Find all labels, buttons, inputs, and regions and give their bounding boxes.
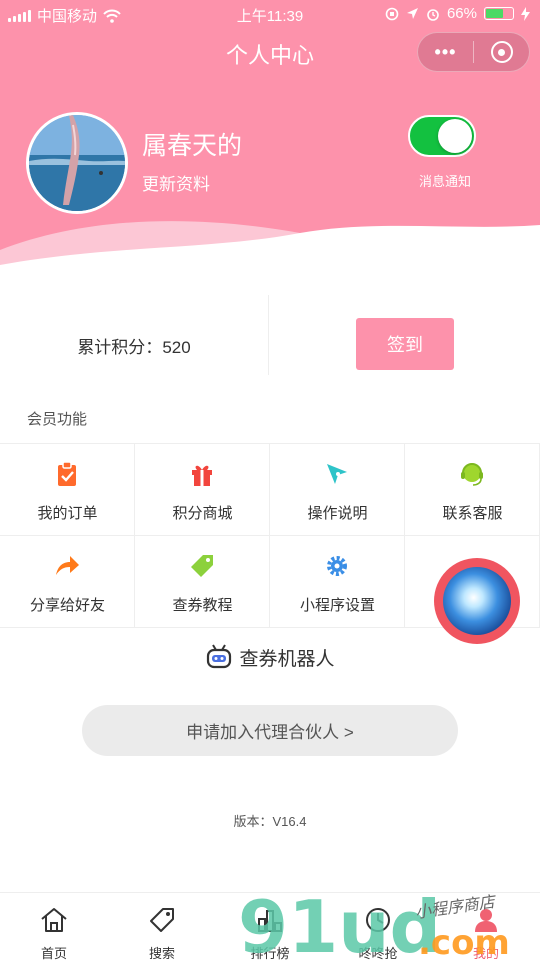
notification-toggle[interactable] bbox=[408, 115, 476, 157]
tab-flash-sale[interactable]: 咚咚抢 bbox=[324, 893, 432, 960]
menu-item-label: 我的订单 bbox=[37, 505, 98, 522]
robot-icon bbox=[207, 644, 232, 669]
menu-item-share[interactable]: 分享给好友 bbox=[0, 536, 135, 628]
username: 属春天的 bbox=[142, 132, 243, 160]
home-icon bbox=[41, 908, 67, 932]
gift-icon bbox=[192, 465, 212, 486]
compass-icon bbox=[327, 464, 347, 484]
tab-label: 搜索 bbox=[148, 946, 175, 960]
coupon-robot[interactable]: 查券机器人 bbox=[0, 640, 540, 674]
signin-button[interactable]: 签到 bbox=[356, 318, 454, 370]
menu-item-label: 联系客服 bbox=[442, 505, 503, 522]
ranking-icon bbox=[258, 910, 282, 932]
floating-avatar-image bbox=[443, 567, 511, 635]
notification-label: 消息通知 bbox=[418, 174, 471, 189]
menu-item-my-orders[interactable]: 我的订单 bbox=[0, 444, 135, 536]
clipboard-check-icon bbox=[58, 461, 76, 486]
mini-program-capsule: ••• bbox=[417, 32, 530, 72]
user-avatar[interactable] bbox=[26, 112, 128, 214]
menu-item-label: 操作说明 bbox=[307, 505, 368, 522]
menu-item-points-mall[interactable]: 积分商城 bbox=[135, 444, 270, 536]
menu-item-label: 积分商城 bbox=[172, 505, 233, 522]
tag-search-icon bbox=[150, 908, 174, 932]
menu-item-customer-service[interactable]: 联系客服 bbox=[405, 444, 540, 536]
avatar-photo bbox=[29, 115, 125, 211]
battery-icon bbox=[484, 7, 514, 20]
menu-item-label: 分享给好友 bbox=[29, 597, 105, 614]
edit-profile-link[interactable]: 更新资料 bbox=[142, 170, 210, 195]
points-value: 520 bbox=[162, 338, 191, 357]
close-button[interactable] bbox=[474, 41, 529, 63]
bottom-tab-bar: 首页 搜索 排行榜 咚咚抢 我的 bbox=[0, 892, 540, 960]
tab-mine[interactable]: 我的 bbox=[432, 893, 540, 960]
floating-contact-button[interactable] bbox=[434, 558, 520, 644]
alarm-icon bbox=[427, 8, 439, 21]
menu-item-label: 小程序设置 bbox=[299, 597, 375, 614]
menu-item-label: 查券教程 bbox=[172, 597, 233, 614]
clock-icon bbox=[366, 908, 390, 932]
orientation-lock-icon bbox=[385, 7, 399, 20]
tag-icon bbox=[191, 555, 213, 577]
join-partner-button[interactable]: 申请加入代理合伙人 > bbox=[82, 705, 458, 756]
target-icon bbox=[490, 41, 513, 63]
menu-item-settings[interactable]: 小程序设置 bbox=[270, 536, 405, 628]
location-icon bbox=[406, 8, 418, 19]
charging-icon bbox=[521, 6, 530, 21]
tab-label: 咚咚抢 bbox=[358, 946, 398, 960]
member-section-title: 会员功能 bbox=[27, 411, 88, 428]
tab-search[interactable]: 搜索 bbox=[108, 893, 216, 960]
points-label: 累计积分： bbox=[77, 338, 163, 357]
user-icon bbox=[475, 909, 497, 932]
share-arrow-icon bbox=[56, 556, 79, 575]
version-text: 版本：V16.4 bbox=[233, 814, 307, 829]
headset-icon bbox=[461, 463, 483, 486]
menu-item-instructions[interactable]: 操作说明 bbox=[270, 444, 405, 536]
tab-label: 我的 bbox=[472, 946, 499, 960]
ellipsis-icon: ••• bbox=[434, 41, 457, 62]
battery-percent: 66% bbox=[446, 5, 477, 22]
points-row: 累计积分：520 签到 bbox=[0, 295, 540, 375]
tab-label: 首页 bbox=[40, 946, 67, 960]
robot-label: 查券机器人 bbox=[239, 648, 335, 670]
menu-item-coupon-tutorial[interactable]: 查券教程 bbox=[135, 536, 270, 628]
status-bar: 中国移动 上午11:39 66% bbox=[0, 0, 540, 28]
toggle-knob bbox=[438, 119, 472, 153]
points-summary: 累计积分：520 bbox=[0, 333, 268, 358]
tab-label: 排行榜 bbox=[250, 946, 290, 960]
points-divider bbox=[268, 295, 269, 375]
more-button[interactable]: ••• bbox=[418, 42, 473, 63]
tab-ranking[interactable]: 排行榜 bbox=[216, 893, 324, 960]
tab-home[interactable]: 首页 bbox=[0, 893, 108, 960]
gear-icon bbox=[327, 556, 347, 576]
